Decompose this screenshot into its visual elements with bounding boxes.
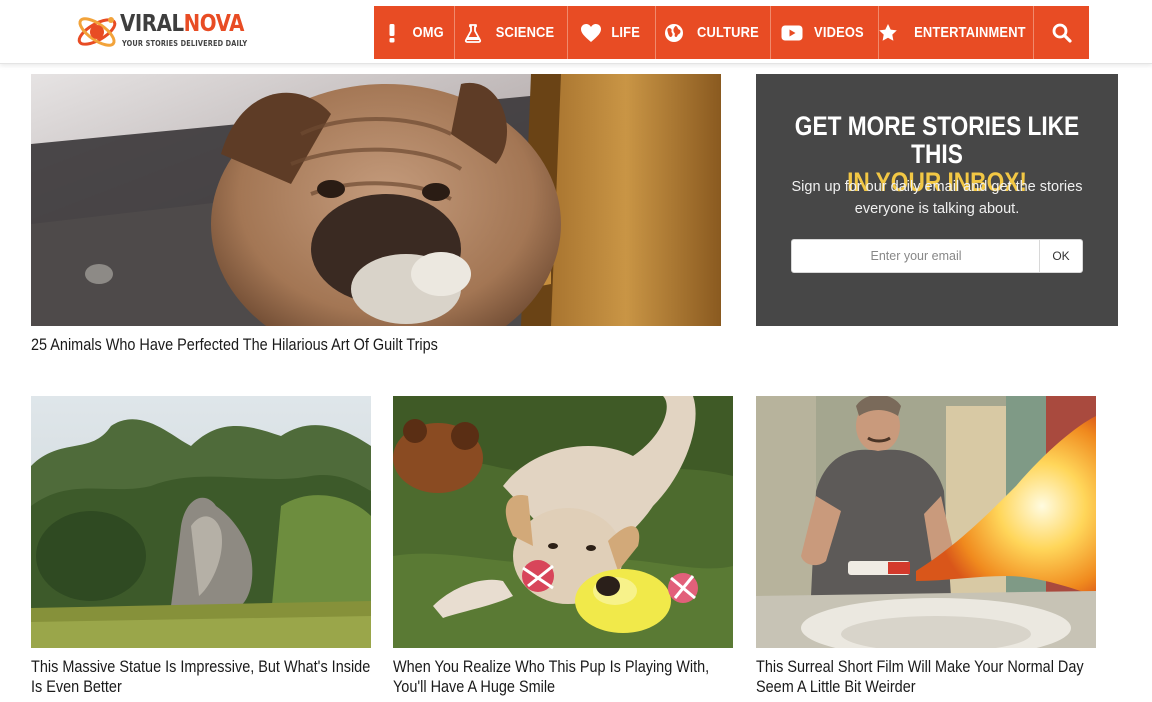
newsletter-heading-line1: GET MORE STORIES LIKE THIS	[794, 111, 1080, 169]
statue-photo	[31, 396, 371, 648]
ok-button[interactable]: OK	[1039, 240, 1082, 272]
nav-item-life[interactable]: LIFE	[568, 6, 656, 59]
nav-item-culture[interactable]: CULTURE	[656, 6, 771, 59]
story-card-title-film[interactable]: This Surreal Short Film Will Make Your N…	[756, 657, 1096, 697]
story-card-image-film[interactable]	[756, 396, 1096, 648]
play-icon	[781, 22, 803, 44]
nav-label-entertainment: ENTERTAINMENT	[913, 24, 1026, 41]
featured-story-image[interactable]	[31, 74, 721, 326]
fire-breathing-film-photo	[756, 396, 1096, 648]
story-card-title-pup[interactable]: When You Realize Who This Pup Is Playing…	[393, 657, 733, 697]
story-card-title-statue[interactable]: This Massive Statue Is Impressive, But W…	[31, 657, 371, 697]
nav-label-culture: CULTURE	[696, 24, 759, 41]
logo-tagline: YOUR STORIES DELIVERED DAILY	[122, 39, 248, 48]
nav-item-science[interactable]: SCIENCE	[455, 6, 568, 59]
globe-icon	[663, 22, 685, 44]
search-button[interactable]	[1034, 6, 1089, 59]
puppy-photo	[393, 396, 733, 648]
nav-label-videos: VIDEOS	[814, 24, 864, 41]
bulldog-photo	[31, 74, 721, 326]
nav-label-science: SCIENCE	[496, 24, 555, 41]
featured-story-title[interactable]: 25 Animals Who Have Perfected The Hilari…	[31, 335, 711, 355]
story-card-image-pup[interactable]	[393, 396, 733, 648]
logo-name-nova: NOVA	[183, 11, 245, 37]
newsletter-form: OK	[791, 239, 1083, 273]
newsletter-box: GET MORE STORIES LIKE THIS IN YOUR INBOX…	[756, 74, 1118, 326]
logo-name-viral: VIRAL	[120, 11, 184, 37]
nav-item-omg[interactable]: OMG	[374, 6, 455, 59]
story-card-image-statue[interactable]	[31, 396, 371, 648]
exclamation-icon	[381, 22, 403, 44]
nav-item-entertainment[interactable]: ENTERTAINMENT	[878, 6, 1034, 59]
search-icon	[1051, 22, 1073, 44]
heart-icon	[580, 22, 602, 44]
newsletter-description: Sign up for our daily email and get the …	[791, 179, 1083, 217]
flask-icon	[462, 22, 484, 44]
email-input[interactable]	[792, 240, 1040, 272]
nav-label-omg: OMG	[412, 24, 445, 41]
main-nav: OMG SCIENCE LIFE CULTURE VIDEOS ENTERTAI…	[374, 6, 1089, 59]
nav-label-life: LIFE	[611, 24, 641, 41]
nav-item-videos[interactable]: VIDEOS	[771, 6, 879, 59]
star-icon	[878, 22, 898, 44]
atom-logo-icon	[77, 17, 117, 47]
site-logo[interactable]: VIRALNOVA YOUR STORIES DELIVERED DAILY	[74, 8, 247, 54]
site-header: VIRALNOVA YOUR STORIES DELIVERED DAILY O…	[0, 0, 1152, 64]
